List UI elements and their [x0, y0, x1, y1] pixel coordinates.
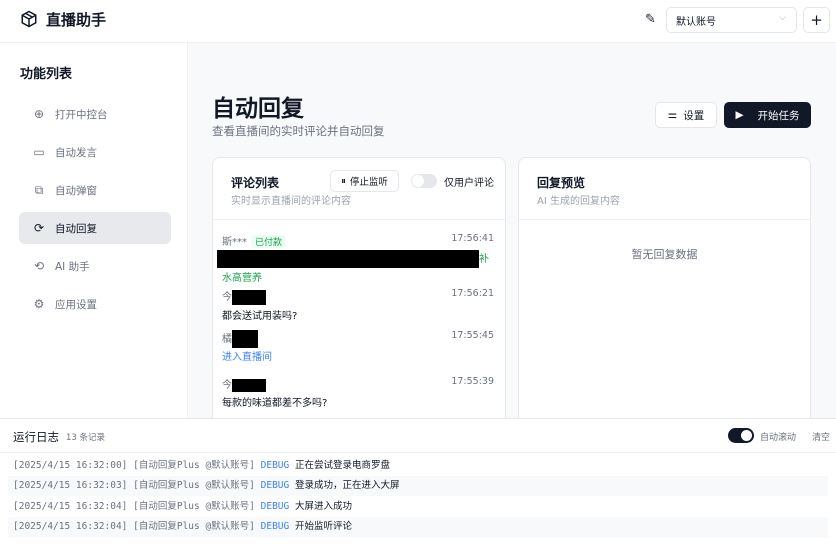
- settings-button[interactable]: ⚌ 设置: [655, 102, 717, 128]
- log-message: 开始监听评论: [294, 521, 352, 532]
- pause-icon: ⏸: [341, 175, 346, 187]
- autoscroll-toggle[interactable]: [728, 428, 754, 443]
- sidebar-item-label: 自动回复: [55, 222, 97, 235]
- account-value: 默认账号: [676, 17, 716, 28]
- log-row: [2025/4/15 16:32:04] [自动回复Plus @默认账号] DE…: [8, 497, 828, 517]
- sidebar-item-auto-popup[interactable]: ⧉ 自动弹窗: [19, 174, 171, 206]
- card-subtitle: AI 生成的回复内容: [537, 196, 620, 207]
- edit-pencil-icon[interactable]: ✎: [645, 12, 656, 27]
- account-select[interactable]: 默认账号 ⌵: [666, 7, 797, 33]
- card-title: 评论列表: [231, 176, 280, 190]
- comment-text: 水高营养: [222, 273, 262, 284]
- sidebar-item-label: AI 助手: [55, 260, 90, 273]
- log-title: 运行日志: [13, 430, 59, 444]
- comment-text-tail: 补: [479, 254, 489, 265]
- sidebar-title: 功能列表: [20, 67, 73, 82]
- sidebar: 功能列表 ⊕ 打开中控台 ▭ 自动发言 ⧉ 自动弹窗 ⟳ 自动回复 ⟲ AI 助手 ⚙ 应用…: [0, 43, 188, 418]
- sidebar-item-label: 自动弹窗: [55, 184, 97, 197]
- app-header: 直播助手 ✎ 默认账号 ⌵ +: [0, 0, 836, 43]
- redacted-block: [232, 289, 266, 305]
- paid-badge: 已付款: [251, 235, 287, 248]
- clear-log-button[interactable]: 清空: [812, 430, 830, 443]
- comment-item: 今 17:56:21 都会送试用装吗?: [222, 288, 494, 322]
- comment-item: 斯*** 已付款 17:56:41 补 水高营养: [217, 233, 494, 284]
- log-timestamp: [2025/4/15 16:32:03]: [13, 480, 128, 491]
- settings-label: 设置: [683, 109, 705, 122]
- app-title: 直播助手: [46, 11, 107, 29]
- sidebar-item-ai-assistant[interactable]: ⟲ AI 助手: [19, 250, 171, 282]
- log-message: 登录成功，正在进入大屏: [294, 480, 400, 491]
- stop-label: 停止监听: [349, 177, 388, 188]
- comment-text: 每款的味道都差不多吗?: [222, 397, 328, 409]
- redacted-block: [232, 378, 266, 392]
- autoscroll-label: 自动滚动: [760, 433, 797, 443]
- log-timestamp: [2025/4/15 16:32:04]: [13, 501, 128, 512]
- sidebar-item-console[interactable]: ⊕ 打开中控台: [19, 98, 171, 130]
- log-source: [自动回复Plus @默认账号]: [133, 460, 255, 471]
- empty-state: 暂无回复数据: [631, 248, 698, 261]
- redacted-block: [232, 330, 258, 348]
- card-subtitle: 实时显示直播间的评论内容: [231, 196, 351, 207]
- log-level: DEBUG: [260, 521, 290, 532]
- chevron-down-icon: ⌵: [779, 13, 786, 23]
- comment-time: 17:56:41: [451, 233, 494, 244]
- toggle-label: 仅用户评论: [444, 178, 494, 189]
- comment-user: 今: [222, 292, 232, 303]
- log-source: [自动回复Plus @默认账号]: [133, 480, 255, 491]
- gear-icon: ⚙: [33, 297, 45, 311]
- reply-icon: ⟳: [33, 221, 45, 235]
- comment-user: 今: [222, 380, 232, 391]
- log-panel: 运行日志 13 条记录 自动滚动 清空 [2025/4/15 16:32:00]…: [0, 418, 836, 548]
- comment-time: 17:55:39: [451, 376, 494, 387]
- comment-text: 都会送试用装吗?: [222, 310, 298, 322]
- popup-icon: ⧉: [34, 182, 44, 197]
- start-task-button[interactable]: ▶ 开始任务: [724, 102, 811, 128]
- log-message: 正在尝试登录电商罗盘: [294, 460, 390, 471]
- sidebar-item-label: 自动发言: [55, 146, 97, 159]
- message-icon: ▭: [33, 145, 45, 159]
- play-icon: ▶: [735, 109, 744, 121]
- log-row: [2025/4/15 16:32:03] [自动回复Plus @默认账号] DE…: [8, 476, 828, 496]
- log-timestamp: [2025/4/15 16:32:04]: [13, 521, 128, 532]
- card-title: 回复预览: [537, 176, 586, 190]
- log-message: 大屏进入成功: [294, 501, 352, 512]
- log-source: [自动回复Plus @默认账号]: [133, 521, 255, 532]
- log-level: DEBUG: [260, 480, 290, 491]
- comment-user: 橘: [222, 334, 232, 345]
- stop-listening-button[interactable]: ⏸ 停止监听: [330, 170, 399, 192]
- comment-time: 17:56:21: [451, 288, 494, 299]
- comment-item: 今 17:55:39 每款的味道都差不多吗?: [222, 376, 494, 409]
- ai-icon: ⟲: [33, 259, 45, 273]
- sidebar-item-auto-message[interactable]: ▭ 自动发言: [19, 136, 171, 168]
- log-count: 13 条记录: [66, 433, 106, 443]
- page-subtitle: 查看直播间的实时评论并自动回复: [212, 124, 385, 138]
- log-row: [2025/4/15 16:32:04] [自动回复Plus @默认账号] DE…: [8, 517, 828, 537]
- reply-preview-card: 回复预览 AI 生成的回复内容 暂无回复数据: [518, 157, 811, 427]
- sidebar-item-settings[interactable]: ⚙ 应用设置: [19, 288, 171, 320]
- comment-list-card: 评论列表 实时显示直播间的评论内容 ⏸ 停止监听 仅用户评论 斯*** 已付款 17…: [212, 157, 506, 427]
- start-label: 开始任务: [757, 109, 800, 122]
- globe-icon: ⊕: [33, 107, 45, 121]
- comment-item: 橘 17:55:45 进入直播间: [222, 330, 494, 363]
- redacted-block: [217, 250, 479, 268]
- sidebar-item-label: 应用设置: [55, 298, 97, 311]
- sliders-icon: ⚌: [667, 109, 678, 121]
- main-content: 自动回复 查看直播间的实时评论并自动回复 ⚌ 设置 ▶ 开始任务 评论列表 实时显示…: [189, 43, 836, 427]
- log-row: [2025/4/15 16:32:00] [自动回复Plus @默认账号] DE…: [8, 456, 828, 476]
- log-level: DEBUG: [260, 501, 290, 512]
- comment-user: 斯***: [222, 237, 247, 248]
- log-timestamp: [2025/4/15 16:32:00]: [13, 460, 128, 471]
- page-title: 自动回复: [212, 96, 304, 122]
- log-level: DEBUG: [260, 460, 290, 471]
- sidebar-item-auto-reply[interactable]: ⟳ 自动回复: [19, 212, 171, 244]
- add-account-button[interactable]: +: [803, 7, 830, 33]
- package-icon: [21, 10, 37, 28]
- log-source: [自动回复Plus @默认账号]: [133, 501, 255, 512]
- comment-text: 进入直播间: [222, 352, 272, 363]
- comment-time: 17:55:45: [451, 330, 494, 341]
- user-comments-only-toggle[interactable]: [411, 174, 437, 188]
- sidebar-item-label: 打开中控台: [55, 108, 108, 121]
